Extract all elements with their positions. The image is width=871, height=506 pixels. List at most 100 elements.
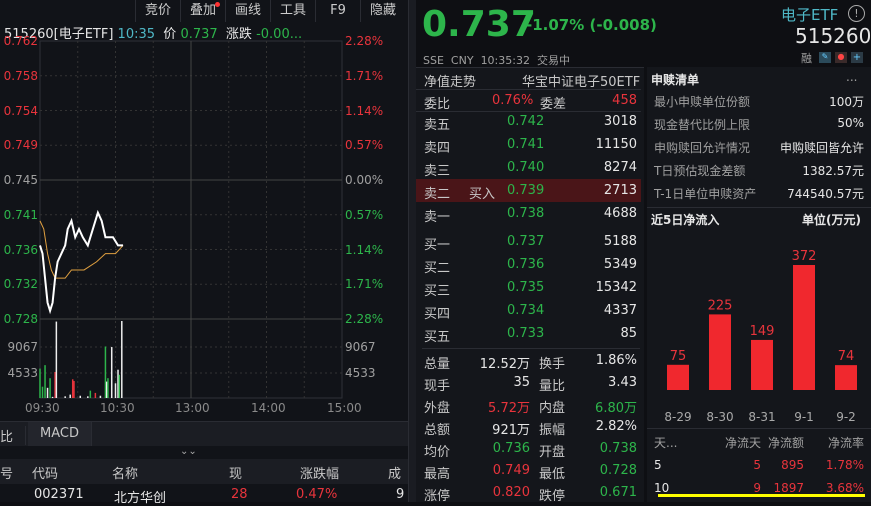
stat-label: 开盘 — [539, 445, 566, 460]
stat-label: 跌停 — [539, 489, 566, 504]
ask-row-volume: 4688 — [603, 206, 637, 221]
col-code[interactable]: 代码 — [32, 463, 58, 482]
netflow-row-cell: 10 — [654, 481, 670, 495]
stat-value: 2.82% — [595, 419, 637, 434]
ask-row-price: 0.741 — [507, 137, 545, 152]
netflow-date-label: 9-2 — [836, 410, 856, 424]
stat-row: 均价 0.736 开盘 0.738 — [416, 437, 641, 460]
col-change-pct[interactable]: 涨跌幅 — [300, 463, 339, 482]
stat-value: 12.52万 — [479, 357, 530, 372]
ask-row[interactable]: 卖一 0.738 4688 — [416, 202, 641, 225]
bid-row[interactable]: 买二 0.736 5349 — [416, 253, 641, 276]
y-axis-right-tick: 0.57% — [345, 138, 384, 153]
stat-label: 涨停 — [424, 489, 451, 504]
netflow-row-cell: 5 — [654, 458, 662, 472]
stat-value: 3.43 — [608, 375, 637, 390]
redemption-value: 1382.57元 — [802, 164, 864, 178]
redemption-row: T日预估现金差额 1382.57元 — [650, 162, 871, 182]
netflow-row-cell: 1897 — [773, 481, 804, 495]
trade-status: 交易中 — [536, 54, 570, 67]
row-volume: 9 — [396, 487, 405, 502]
price-change: -1.07% (-0.008) — [526, 16, 657, 34]
fund-full-name: 华宝中证电子50ETF — [522, 75, 641, 90]
orderbook-tab-bar: 净值走势 华宝中证电子50ETF — [416, 67, 641, 90]
ask-row-price: 0.740 — [507, 160, 545, 175]
col-index[interactable]: 号 — [0, 463, 13, 482]
edit-icon[interactable]: ✎ — [819, 52, 831, 63]
netflow-value-label: 225 — [708, 298, 733, 313]
bid-row-price: 0.734 — [507, 303, 545, 318]
redemption-value: 744540.57元 — [787, 187, 864, 201]
redemption-value: 100万 — [829, 95, 864, 109]
y-axis-left-tick: 0.732 — [3, 277, 38, 292]
table-row[interactable]: 002371 北方华创 28 0.47% 9 — [0, 486, 408, 506]
tab-ratio[interactable]: 比 — [0, 426, 26, 445]
netflow-date-label: 9-1 — [794, 410, 814, 424]
bid-row-volume: 85 — [620, 326, 637, 341]
indicator-tabs: 比 MACD — [0, 421, 408, 446]
bid-row[interactable]: 买三 0.735 15342 — [416, 276, 641, 299]
ask-row[interactable]: 卖二 买入 0.739 2713 — [416, 179, 641, 202]
y-axis-left-tick: 0.762 — [3, 34, 38, 48]
bid-row-volume: 5349 — [603, 257, 637, 272]
bid-row-label: 买三 — [424, 284, 451, 299]
netflow-value-label: 372 — [792, 249, 817, 264]
stat-label: 内盘 — [539, 401, 566, 416]
alert-bell-icon[interactable]: ● — [835, 52, 847, 63]
stat-value: 35 — [513, 375, 530, 390]
stat-value: 0.738 — [599, 441, 637, 456]
bid-row[interactable]: 买一 0.737 5188 — [416, 230, 641, 253]
netflow-date-label: 8-30 — [706, 410, 733, 424]
divider — [647, 207, 871, 208]
more-button[interactable]: ... — [846, 70, 857, 84]
y-axis-right-tick: 1.14% — [345, 242, 384, 257]
buy-tag: 买入 — [469, 187, 496, 202]
netflow-header-cell: 净流天 — [724, 436, 761, 450]
stat-value: 0.671 — [599, 485, 637, 500]
netflow-title: 近5日净流入 — [651, 213, 720, 227]
last-price: 0.737 — [422, 4, 536, 45]
diff-value: 458 — [612, 93, 637, 108]
divider — [647, 428, 871, 429]
redemption-title: 申赎清单 — [651, 73, 700, 87]
stat-label: 换手 — [539, 357, 566, 372]
bid-row-volume: 4337 — [603, 303, 637, 318]
volume-tick-right: 4533 — [345, 366, 376, 380]
netflow-bar — [709, 314, 731, 390]
netflow-bar — [793, 265, 815, 390]
exchange: SSE — [423, 54, 444, 67]
ask-row[interactable]: 卖三 0.740 8274 — [416, 156, 641, 179]
info-icon[interactable]: ! — [848, 5, 865, 22]
stat-row: 最高 0.749 最低 0.728 — [416, 459, 641, 482]
y-axis-left-tick: 0.754 — [3, 103, 38, 118]
ask-row[interactable]: 卖四 0.741 11150 — [416, 133, 641, 156]
redemption-value: 50% — [837, 116, 864, 130]
bid-row[interactable]: 买五 0.733 85 — [416, 322, 641, 345]
ask-row[interactable]: 卖五 0.742 3018 — [416, 110, 641, 133]
y-axis-left-tick: 0.728 — [3, 312, 38, 326]
table-header: 号 代码 名称 现 涨跌幅 成 — [0, 459, 408, 484]
row-price: 28 — [231, 487, 248, 502]
tab-macd[interactable]: MACD — [28, 422, 92, 446]
panel-splitter[interactable] — [408, 0, 416, 502]
col-volume[interactable]: 成 — [388, 463, 401, 482]
col-name[interactable]: 名称 — [112, 463, 138, 482]
bid-row-volume: 15342 — [595, 280, 637, 295]
redemption-label: 申购赎回允许情况 — [654, 141, 751, 155]
x-axis-tick: 14:00 — [251, 401, 286, 415]
x-axis-tick: 10:30 — [100, 401, 135, 415]
redemption-label: 现金替代比例上限 — [654, 118, 751, 132]
expand-chevron-icon[interactable]: ⌄⌄ — [180, 446, 197, 457]
currency: CNY — [450, 54, 474, 67]
left-panel: 竞价 叠加 画线 工具 F9 隐藏 515260[电子ETF] 10:35 价 0.737… — [0, 0, 408, 506]
bid-row-label: 买五 — [424, 330, 451, 345]
netflow-row: 5 5 895 1.78% — [650, 458, 871, 478]
col-price[interactable]: 现 — [229, 463, 242, 482]
redemption-value: 申购赎回皆允许 — [779, 141, 864, 155]
add-icon[interactable]: + — [851, 52, 863, 63]
quote-time: 10:35:32 — [480, 54, 530, 67]
netflow-bar — [835, 365, 857, 390]
bid-row[interactable]: 买四 0.734 4337 — [416, 299, 641, 322]
netflow-row-cell: 5 — [753, 458, 761, 472]
nav-trend-tab[interactable]: 净值走势 — [424, 71, 476, 90]
